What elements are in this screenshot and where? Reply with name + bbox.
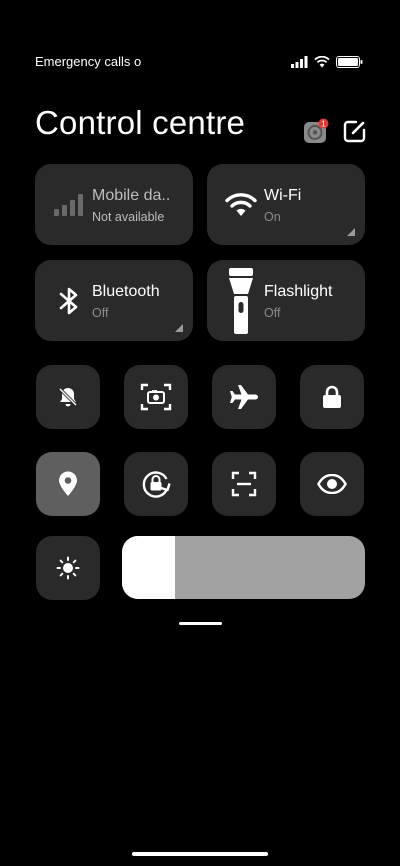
wifi-tile[interactable]: Wi-Fi On — [207, 164, 365, 245]
wifi-status: On — [264, 210, 281, 224]
location-toggle[interactable] — [36, 452, 100, 516]
rotation-lock-toggle[interactable] — [124, 452, 188, 516]
wifi-icon — [314, 55, 330, 73]
panel-drag-handle[interactable] — [179, 622, 222, 625]
flashlight-label: Flashlight — [264, 283, 333, 300]
brightness-slider-fill — [122, 536, 176, 599]
status-icons — [291, 55, 363, 73]
location-pin-icon — [59, 471, 77, 496]
lock-icon — [323, 385, 341, 408]
mobile-data-status: Not available — [92, 210, 165, 224]
scanner-toggle[interactable] — [212, 452, 276, 516]
battery-icon — [336, 55, 363, 73]
eye-icon — [317, 474, 347, 494]
cellular-signal-icon — [52, 186, 86, 224]
screenshot-toggle[interactable] — [124, 365, 188, 429]
airplane-icon — [230, 385, 258, 409]
silent-mode-toggle[interactable] — [36, 365, 100, 429]
mobile-data-label: Mobile da.. — [92, 187, 171, 204]
carrier-text: Emergency calls o — [35, 54, 142, 69]
control-centre-header: Control centre 1 — [35, 104, 368, 148]
bell-off-icon — [58, 387, 78, 407]
sun-icon — [56, 556, 80, 580]
bluetooth-label: Bluetooth — [92, 283, 160, 300]
wifi-icon — [224, 186, 258, 224]
flashlight-tile[interactable]: Flashlight Off — [207, 260, 365, 341]
settings-button[interactable]: 1 — [303, 118, 329, 144]
wifi-expand-icon[interactable] — [347, 228, 355, 236]
home-indicator[interactable] — [132, 852, 268, 856]
signal-icon — [291, 55, 308, 73]
airplane-mode-toggle[interactable] — [212, 365, 276, 429]
screenshot-icon — [140, 383, 172, 411]
edit-icon — [343, 120, 366, 143]
page-title: Control centre — [35, 104, 246, 141]
rotation-lock-icon — [142, 471, 171, 498]
reading-mode-toggle[interactable] — [300, 452, 364, 516]
wifi-label: Wi-Fi — [264, 187, 302, 204]
status-bar: Emergency calls o — [0, 52, 400, 74]
flashlight-icon — [224, 268, 258, 334]
settings-icon: 1 — [304, 118, 329, 143]
brightness-slider[interactable] — [122, 536, 365, 599]
bluetooth-status: Off — [92, 306, 109, 320]
flashlight-status: Off — [264, 306, 281, 320]
settings-badge: 1 — [321, 119, 326, 128]
scan-icon — [231, 471, 257, 497]
mobile-data-tile[interactable]: Mobile da.. Not available — [35, 164, 193, 245]
bluetooth-expand-icon[interactable] — [175, 324, 183, 332]
lock-screen-toggle[interactable] — [300, 365, 364, 429]
bluetooth-icon — [52, 282, 86, 320]
edit-button[interactable] — [342, 118, 368, 144]
bluetooth-tile[interactable]: Bluetooth Off — [35, 260, 193, 341]
brightness-button[interactable] — [36, 536, 100, 600]
